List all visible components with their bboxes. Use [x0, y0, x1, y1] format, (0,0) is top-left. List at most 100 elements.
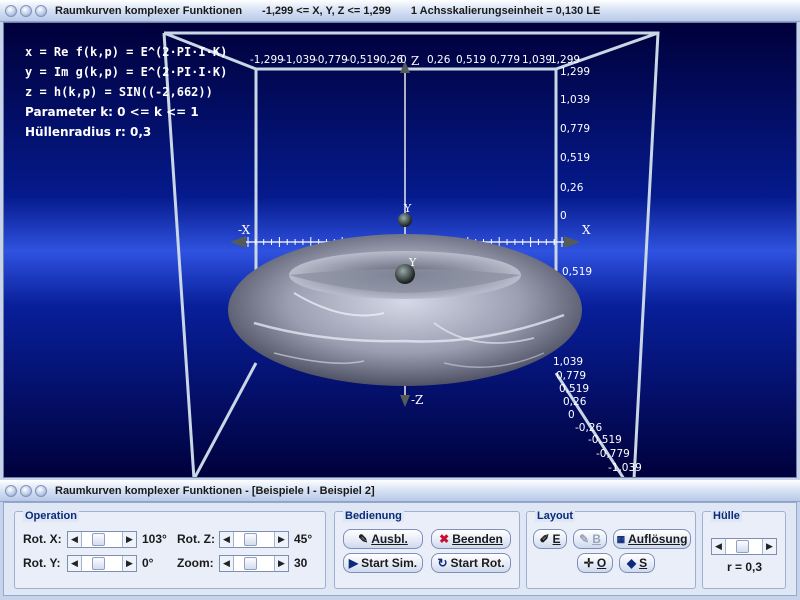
y-axis-marker-icon	[398, 213, 412, 227]
slider-thumb[interactable]	[244, 557, 257, 570]
x-tick-label: 0,519	[456, 54, 486, 66]
parameter-range: Parameter k: 0 <= k <= 1	[25, 105, 199, 119]
x-tick-label: 1,299	[550, 54, 580, 66]
rot-y-slider[interactable]: ◀ ▶	[67, 555, 137, 572]
z-tick-label: 0,779	[556, 370, 586, 382]
z-tick-label: 0	[560, 210, 567, 222]
operation-title: Operation	[23, 510, 79, 522]
arrow-right-icon[interactable]: ▶	[122, 556, 136, 571]
layout-title: Layout	[535, 510, 576, 522]
neg-x-axis-label: -X	[238, 223, 251, 237]
z-tick-label: 1,039	[560, 94, 590, 106]
x-tick-label: 0	[400, 54, 407, 66]
z-tick-label: -0,519	[588, 434, 622, 446]
crosshair-icon: ✛	[583, 556, 594, 570]
z-tick-label: -1,039	[608, 462, 642, 474]
torus-surface	[228, 234, 582, 386]
plot-viewport[interactable]: Z -Z -X X Y Y -1,299 -1,039 -0,779 -0,519 -0…	[3, 22, 797, 478]
operation-group: Operation Rot. X: ◀ ▶ 103° Rot. Z: ◀ ▶ 4…	[14, 510, 326, 589]
arrow-left-icon[interactable]: ◀	[220, 532, 234, 547]
formula-y: y = Im g(k,p) = E^(2·PI·I·K)	[25, 65, 228, 79]
huellen-radius: Hüllenradius r: 0,3	[25, 125, 152, 139]
x-tick-label: 1,039	[522, 54, 552, 66]
z-tick-label: 0	[568, 409, 575, 421]
layout-o-button[interactable]: ✛ O	[577, 553, 613, 573]
arrow-right-icon[interactable]: ▶	[274, 532, 288, 547]
arrow-left-icon[interactable]: ◀	[68, 532, 82, 547]
rot-y-label: Rot. Y:	[23, 556, 61, 570]
x-tick-label: 0,26	[427, 54, 451, 66]
bedienung-group: Bedienung ✎ Ausbl. ✖ Beenden ▶ Start Sim…	[334, 510, 520, 589]
grid-icon: ▦	[616, 533, 626, 544]
rot-x-label: Rot. X:	[23, 532, 62, 546]
formula-x: x = Re f(k,p) = E^(2·PI·I·K)	[25, 45, 228, 59]
slider-thumb[interactable]	[736, 540, 749, 553]
huelle-group: Hülle ◀ ▶ r = 0,3	[702, 510, 786, 589]
main-title-bar: Raumkurven komplexer Funktionen -1,299 <…	[0, 0, 800, 22]
arrow-right-icon[interactable]: ▶	[122, 532, 136, 547]
z-tick-label: 0,519	[559, 383, 589, 395]
scale-info: 1 Achsskalierungseinheit = 0,130 LE	[410, 4, 601, 17]
zoom-value: 30	[294, 556, 308, 570]
huelle-radius-value: r = 0,3	[727, 560, 763, 574]
layout-e-button[interactable]: ✐ E	[533, 529, 567, 549]
x-tick-label: -1,039	[282, 54, 316, 66]
rot-z-label: Rot. Z:	[177, 532, 215, 546]
z-axis-label: Z	[411, 54, 419, 68]
z-tick-label: 0,26	[563, 396, 587, 408]
maximize-dot-icon[interactable]	[35, 4, 47, 17]
x-tick-label: 0,779	[490, 54, 520, 66]
ausblenden-button[interactable]: ✎ Ausbl.	[343, 529, 423, 549]
zoom-slider[interactable]: ◀ ▶	[219, 555, 289, 572]
y-axis-label-mid: Y	[408, 256, 417, 269]
arrow-left-icon[interactable]: ◀	[220, 556, 234, 571]
slider-thumb[interactable]	[92, 557, 105, 570]
y-axis-label-top: Y	[403, 202, 412, 215]
bedienung-title: Bedienung	[343, 510, 404, 522]
rot-y-value: 0°	[142, 556, 154, 570]
minimize-dot-icon[interactable]	[20, 4, 32, 17]
play-icon: ▶	[348, 556, 359, 570]
control-window-title: Raumkurven komplexer Funktionen - [Beisp…	[55, 484, 375, 497]
control-panel: Operation Rot. X: ◀ ▶ 103° Rot. Z: ◀ ▶ 4…	[3, 502, 797, 596]
start-sim-button[interactable]: ▶ Start Sim.	[343, 553, 423, 573]
z-tick-label: -0,779	[596, 448, 630, 460]
z-tick-label: 0,26	[560, 182, 584, 194]
start-rot-button[interactable]: ↻ Start Rot.	[431, 553, 511, 573]
z-tick-label: -0,26	[575, 422, 602, 434]
layout-group: Layout ✐ E ✎ B ▦ Auflösung ✛ O ◆ S	[526, 510, 696, 589]
arrow-right-icon[interactable]: ▶	[274, 556, 288, 571]
rot-x-slider[interactable]: ◀ ▶	[67, 531, 137, 548]
pen-icon: ✐	[539, 532, 550, 546]
slider-thumb[interactable]	[244, 533, 257, 546]
zoom-label: Zoom:	[177, 556, 214, 570]
layout-b-button[interactable]: ✎ B	[573, 529, 607, 549]
maximize-dot-icon[interactable]	[35, 484, 47, 497]
huelle-slider[interactable]: ◀ ▶	[711, 538, 777, 555]
z-tick-label: 0,779	[560, 123, 590, 135]
z-tick-label: 1,039	[553, 356, 583, 368]
rotate-icon: ↻	[437, 556, 448, 570]
neg-z-axis-label: -Z	[411, 393, 423, 407]
x-tick-label: -0,779	[314, 54, 348, 66]
slider-thumb[interactable]	[92, 533, 105, 546]
rot-z-slider[interactable]: ◀ ▶	[219, 531, 289, 548]
arrow-right-icon[interactable]: ▶	[762, 539, 776, 554]
close-x-icon: ✖	[439, 532, 450, 546]
arrow-left-icon[interactable]: ◀	[712, 539, 726, 554]
z-tick-label: 1,299	[560, 66, 590, 78]
formula-z: z = h(k,p) = SIN((-2,662))	[25, 85, 213, 99]
x-tick-label: -1,299	[250, 54, 284, 66]
control-title-bar: Raumkurven komplexer Funktionen - [Beisp…	[0, 480, 800, 502]
x-axis-label: X	[582, 223, 591, 237]
aufloesung-button[interactable]: ▦ Auflösung	[613, 529, 691, 549]
arrow-left-icon[interactable]: ◀	[68, 556, 82, 571]
close-dot-icon[interactable]	[5, 4, 17, 17]
layout-s-button[interactable]: ◆ S	[619, 553, 655, 573]
brush-icon: ✎	[579, 532, 590, 546]
minimize-dot-icon[interactable]	[20, 484, 32, 497]
close-dot-icon[interactable]	[5, 484, 17, 497]
eraser-icon: ◆	[626, 556, 637, 570]
range-info: -1,299 <= X, Y, Z <= 1,299	[262, 4, 391, 17]
beenden-button[interactable]: ✖ Beenden	[431, 529, 511, 549]
